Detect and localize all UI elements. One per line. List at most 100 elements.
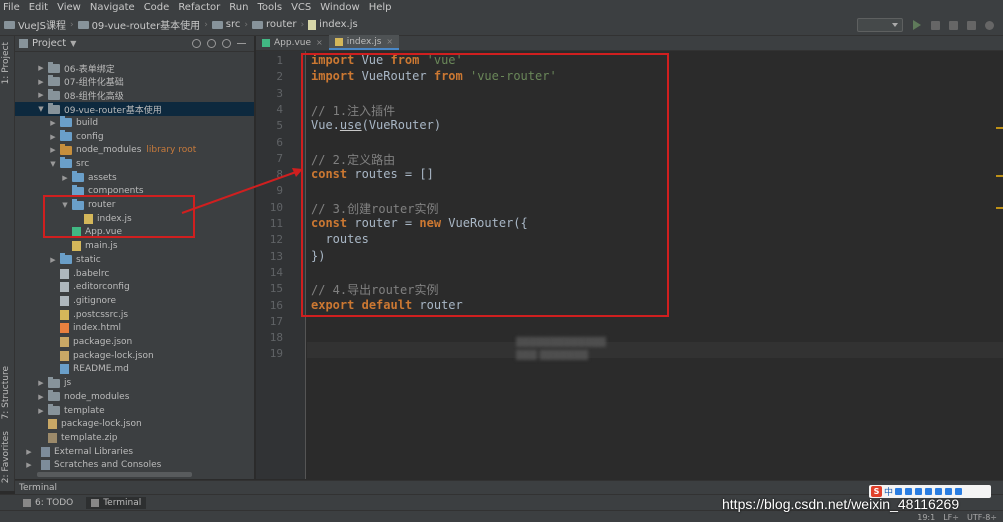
tree-item[interactable]: package-lock.json xyxy=(37,417,142,431)
project-view-select[interactable]: Project xyxy=(32,38,66,49)
breadcrumb-item[interactable]: VueJS课程 › xyxy=(4,17,78,32)
tab-label: Terminal xyxy=(103,497,142,508)
menu-edit[interactable]: Edit xyxy=(29,2,48,13)
menu-navigate[interactable]: Navigate xyxy=(90,2,135,13)
hide-panel-icon[interactable] xyxy=(237,43,246,44)
md-file-icon xyxy=(60,364,69,375)
chevron-right-icon[interactable]: ▶ xyxy=(49,133,57,141)
chevron-right-icon[interactable]: ▶ xyxy=(49,256,57,264)
tree-item[interactable]: ▶ 07-组件化基础 xyxy=(37,75,124,89)
menu-view[interactable]: View xyxy=(57,2,81,13)
favorites-tool-tab[interactable]: 2: Favorites xyxy=(1,431,11,483)
project-horizontal-scrollbar[interactable] xyxy=(37,472,192,477)
run-icon[interactable] xyxy=(913,20,921,30)
tree-item-label: build xyxy=(76,117,99,128)
tree-item[interactable]: ▶ build xyxy=(49,116,98,130)
project-tool-tab[interactable]: 1: Project xyxy=(1,42,11,84)
tab-todo[interactable]: 6: TODO xyxy=(18,497,78,509)
gear-icon[interactable] xyxy=(222,39,231,48)
coverage-icon[interactable] xyxy=(949,20,958,30)
menu-window[interactable]: Window xyxy=(320,2,359,13)
tab-app-vue[interactable]: App.vue × xyxy=(256,35,329,50)
tree-item-label: External Libraries xyxy=(54,446,134,457)
close-icon[interactable]: × xyxy=(316,38,323,47)
tree-item[interactable]: main.js xyxy=(61,239,118,253)
tree-item[interactable]: ▶ js xyxy=(37,376,71,390)
left-tool-stripe: 1: Project 7: Structure 2: Favorites xyxy=(0,36,15,491)
tree-item[interactable]: ▶ 06-表单绑定 xyxy=(37,61,115,75)
tab-index-js[interactable]: index.js × xyxy=(328,35,400,50)
chevron-right-icon[interactable]: ▶ xyxy=(25,448,33,456)
tree-item[interactable]: ▶ config xyxy=(49,130,104,144)
tree-item[interactable]: ▶ template xyxy=(37,404,105,418)
menu-tools[interactable]: Tools xyxy=(257,2,282,13)
chevron-down-icon[interactable]: ▼ xyxy=(49,160,57,168)
structure-tool-tab[interactable]: 7: Structure xyxy=(1,366,11,420)
menu-run[interactable]: Run xyxy=(229,2,248,13)
tree-item[interactable]: ▶ 08-组件化高级 xyxy=(37,88,124,102)
tree-item[interactable]: template.zip xyxy=(37,431,117,445)
folder-icon xyxy=(211,20,223,29)
run-configuration-select[interactable] xyxy=(857,18,903,32)
chevron-right-icon[interactable]: ▶ xyxy=(37,64,45,72)
stop-icon[interactable] xyxy=(967,20,976,30)
todo-icon xyxy=(23,498,31,507)
breadcrumb-item[interactable]: 09-vue-router基本使用 › xyxy=(77,17,212,32)
tree-item[interactable]: .editorconfig xyxy=(49,280,130,294)
chevron-right-icon[interactable]: ▶ xyxy=(37,78,45,86)
debug-icon[interactable] xyxy=(931,20,940,30)
tree-item[interactable]: ▶ node_modules xyxy=(37,390,129,404)
chevron-down-icon[interactable]: ▼ xyxy=(70,39,76,48)
tree-item[interactable]: ▼ src xyxy=(49,157,89,171)
file-encoding[interactable]: UTF-8÷ xyxy=(967,513,997,522)
folder-icon xyxy=(48,102,60,114)
breadcrumb-item[interactable]: router › xyxy=(252,19,308,30)
tree-item[interactable]: package-lock.json xyxy=(49,349,154,363)
tree-item[interactable]: .gitignore xyxy=(49,294,116,308)
tree-item-label: static xyxy=(76,254,101,265)
tree-item-label: main.js xyxy=(85,241,118,252)
menu-vcs[interactable]: VCS xyxy=(291,2,311,13)
menu-code[interactable]: Code xyxy=(144,2,170,13)
tree-item[interactable]: .babelrc xyxy=(49,267,109,281)
breadcrumb-item[interactable]: src › xyxy=(211,19,252,30)
chevron-right-icon[interactable]: ▶ xyxy=(25,461,33,469)
locate-icon[interactable] xyxy=(192,39,201,48)
tree-item[interactable]: ▶ Scratches and Consoles xyxy=(25,458,161,472)
chevron-down-icon[interactable]: ▼ xyxy=(37,105,45,113)
chevron-right-icon[interactable]: ▶ xyxy=(61,174,69,182)
tree-item[interactable]: ▼ 09-vue-router基本使用 xyxy=(15,102,254,117)
tree-item[interactable]: README.md xyxy=(49,362,129,376)
folder-icon xyxy=(48,61,60,73)
tree-item[interactable]: ▶ External Libraries xyxy=(25,445,133,459)
breadcrumb-label: index.js xyxy=(319,19,358,30)
caret-position[interactable]: 19:1 xyxy=(917,513,935,522)
chevron-right-icon[interactable]: ▶ xyxy=(37,379,45,387)
tree-item[interactable]: ▶ assets xyxy=(61,171,117,185)
tree-item-label: package-lock.json xyxy=(73,350,154,361)
line-number: 15 xyxy=(269,282,283,296)
warning-marker[interactable] xyxy=(996,175,1003,177)
search-everywhere-icon[interactable] xyxy=(985,20,994,30)
close-icon[interactable]: × xyxy=(386,37,393,46)
tree-item[interactable]: package.json xyxy=(49,335,132,349)
menu-help[interactable]: Help xyxy=(369,2,392,13)
breadcrumb-item[interactable]: index.js xyxy=(308,19,358,30)
js-file-icon xyxy=(60,309,69,320)
chevron-right-icon[interactable]: ▶ xyxy=(49,119,57,127)
collapse-all-icon[interactable] xyxy=(207,39,216,48)
chevron-right-icon[interactable]: ▶ xyxy=(37,91,45,99)
tree-item[interactable]: ▶ node_modules library root xyxy=(49,143,196,157)
warning-marker[interactable] xyxy=(996,207,1003,209)
menu-file[interactable]: File xyxy=(3,2,20,13)
tree-item[interactable]: index.html xyxy=(49,321,121,335)
chevron-right-icon[interactable]: ▶ xyxy=(49,146,57,154)
tab-terminal[interactable]: Terminal xyxy=(86,496,147,509)
tree-item[interactable]: ▶ static xyxy=(49,253,101,267)
warning-marker[interactable] xyxy=(996,127,1003,129)
menu-refactor[interactable]: Refactor xyxy=(178,2,220,13)
tree-item[interactable]: .postcssrc.js xyxy=(49,308,128,322)
chevron-right-icon[interactable]: ▶ xyxy=(37,393,45,401)
line-separator[interactable]: LF÷ xyxy=(943,513,959,522)
chevron-right-icon[interactable]: ▶ xyxy=(37,407,45,415)
